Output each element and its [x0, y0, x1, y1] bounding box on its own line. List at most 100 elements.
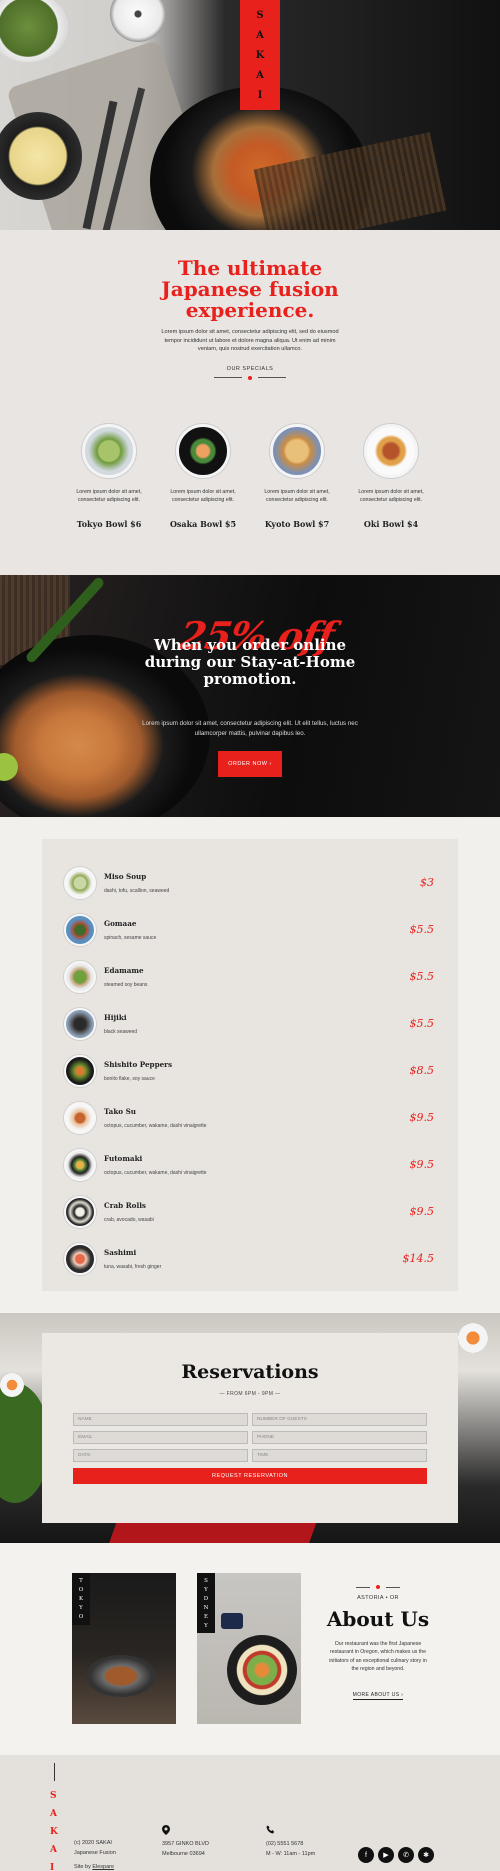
phone-icon — [266, 1825, 275, 1836]
menu-item-price: $8.5 — [409, 1064, 435, 1077]
social-links: f ▶ ✆ ✱ — [358, 1847, 434, 1863]
menu-item-price: $9.5 — [409, 1158, 435, 1171]
menu-item-desc: black seaweed — [104, 1028, 138, 1035]
special-card-tokyo[interactable]: Lorem ipsum dolor sit amet, consectetur … — [69, 423, 149, 529]
menu-item-desc: bonito flake, soy sauce — [104, 1075, 155, 1082]
reservations-heading: Reservations — [181, 1361, 319, 1383]
menu-section: Miso Soup dashi, tofu, scallion, seaweed… — [0, 817, 500, 1313]
logo-letter: K — [50, 1827, 58, 1837]
city-letter: O — [78, 1587, 84, 1593]
city-letter: Y — [204, 1586, 208, 1593]
more-about-us-link[interactable]: MORE ABOUT US › — [352, 1692, 404, 1700]
site-by-link[interactable]: Elespare — [92, 1864, 114, 1870]
menu-item-name: Gomaae — [104, 918, 137, 928]
site-logo[interactable]: S A K A I — [240, 0, 280, 110]
city-letter: Y — [79, 1605, 83, 1611]
promo-section: 25% off When you order online during our… — [0, 575, 500, 817]
menu-item[interactable]: Shishito Peppers bonito flake, soy sauce… — [64, 1047, 436, 1094]
menu-item[interactable]: Sashimi tuna, wasabi, fresh ginger $14.5 — [64, 1235, 436, 1282]
city-letter: S — [204, 1577, 208, 1584]
special-name: Osaka Bowl $5 — [169, 518, 237, 529]
kyoto-bowl-image — [270, 423, 324, 478]
address-line-1: 3957 GINKO BLVD — [162, 1841, 209, 1847]
sushi-image — [458, 1323, 488, 1353]
menu-item[interactable]: Edamame steamed soy beans $5.5 — [64, 953, 436, 1000]
sydney-photo: S Y D N E Y — [197, 1573, 301, 1724]
footer-logo[interactable]: S A K A I — [50, 1791, 58, 1871]
menu-item-price: $9.5 — [409, 1111, 435, 1124]
special-name: Oki Bowl $4 — [363, 518, 419, 529]
yelp-icon[interactable]: ✱ — [418, 1847, 434, 1863]
special-name: Kyoto Bowl $7 — [264, 518, 330, 529]
footer-info: (c) 2020 SAKAI Japanese Fusion Site by E… — [74, 1838, 116, 1871]
menu-item[interactable]: Crab Rolls crab, avocado, wasabi $9.5 — [64, 1188, 436, 1235]
divider-line — [258, 377, 286, 378]
menu-item[interactable]: Tako Su octopus, cucumber, wakame, dashi… — [64, 1094, 436, 1141]
logo-letter: S — [256, 9, 264, 21]
facebook-icon[interactable]: f — [358, 1847, 374, 1863]
sashimi-image — [64, 1242, 96, 1275]
guests-field[interactable] — [252, 1413, 427, 1426]
menu-item-price: $5.5 — [409, 923, 435, 936]
miso-soup-image — [64, 866, 96, 899]
youtube-icon[interactable]: ▶ — [378, 1847, 394, 1863]
city-letter: Y — [204, 1622, 208, 1629]
city-letter: D — [203, 1595, 209, 1602]
special-card-osaka[interactable]: Lorem ipsum dolor sit amet, consectetur … — [163, 423, 243, 529]
time-field[interactable] — [252, 1449, 427, 1462]
menu-item-price: $5.5 — [409, 1017, 435, 1030]
menu-item[interactable]: Futomaki octopus, cucumber, wakame, dash… — [64, 1141, 436, 1188]
reservation-form: Reservations — FROM 6PM - 9PM — REQUEST … — [42, 1333, 458, 1523]
oki-bowl-image — [364, 423, 418, 478]
candle-image — [110, 0, 166, 42]
order-now-button[interactable]: ORDER NOW › — [218, 751, 282, 777]
intro-section: The ultimate Japanese fusion experience.… — [0, 230, 500, 575]
tokyo-photo: T O K Y O — [72, 1573, 176, 1724]
menu-item[interactable]: Hijiki black seaweed $5.5 — [64, 1000, 436, 1047]
email-field[interactable] — [73, 1431, 248, 1444]
menu-item-price: $5.5 — [409, 970, 435, 983]
phone-field[interactable] — [252, 1431, 427, 1444]
logo-letter: S — [50, 1791, 57, 1801]
menu-item-info: Futomaki octopus, cucumber, wakame, dash… — [104, 1154, 410, 1176]
menu-item-desc: crab, avocado, wasabi — [104, 1216, 154, 1223]
menu-item[interactable]: Miso Soup dashi, tofu, scallion, seaweed… — [64, 859, 436, 906]
shishito-peppers-image — [64, 1054, 96, 1087]
logo-letter: I — [257, 89, 263, 101]
special-desc: Lorem ipsum dolor sit amet, consectetur … — [264, 488, 330, 503]
divider-dot — [376, 1585, 380, 1589]
request-reservation-button[interactable]: REQUEST RESERVATION — [73, 1468, 427, 1484]
special-desc: Lorem ipsum dolor sit amet, consectetur … — [170, 488, 236, 503]
menu-item-name: Edamame — [104, 965, 144, 975]
whatsapp-icon[interactable]: ✆ — [398, 1847, 414, 1863]
menu-item-name: Hijiki — [104, 1012, 127, 1022]
reservation-hours: — FROM 6PM - 9PM — — [219, 1391, 281, 1397]
about-section: T O K Y O S Y D N E Y ASTORIA • OR About… — [0, 1543, 500, 1755]
menu-item-info: Tako Su octopus, cucumber, wakame, dashi… — [104, 1107, 410, 1129]
menu-item-desc: tuna, wasabi, fresh ginger — [104, 1263, 162, 1270]
divider-line — [214, 377, 242, 378]
sushi-image — [0, 1373, 24, 1397]
footer-phone: (02) 5551 5678 — [266, 1841, 304, 1847]
city-tag-tokyo: T O K Y O — [72, 1573, 90, 1625]
menu-item[interactable]: Gomaae spinach, sesame sauce $5.5 — [64, 906, 436, 953]
date-field[interactable] — [73, 1449, 248, 1462]
menu-item-desc: steamed soy beans — [104, 981, 148, 988]
promo-text: Lorem ipsum dolor sit amet, consectetur … — [142, 720, 358, 737]
menu-item-info: Sashimi tuna, wasabi, fresh ginger — [104, 1248, 403, 1270]
logo-letter: K — [255, 49, 265, 61]
logo-letter: A — [256, 29, 264, 41]
reservations-section: Reservations — FROM 6PM - 9PM — REQUEST … — [0, 1313, 500, 1543]
menu-item-price: $14.5 — [402, 1252, 435, 1265]
footer: S A K A I (c) 2020 SAKAI Japanese Fusion… — [0, 1755, 500, 1871]
special-name: Tokyo Bowl $6 — [76, 518, 142, 529]
edamame-image — [64, 960, 96, 993]
divider — [60, 375, 440, 380]
special-card-oki[interactable]: Lorem ipsum dolor sit amet, consectetur … — [351, 423, 431, 529]
name-field[interactable] — [73, 1413, 248, 1426]
reservation-fields — [42, 1413, 458, 1462]
city-letter: E — [203, 1613, 208, 1620]
hijiki-image — [64, 1007, 96, 1040]
special-card-kyoto[interactable]: Lorem ipsum dolor sit amet, consectetur … — [257, 423, 337, 529]
specials-label: OUR SPECIALS — [226, 365, 274, 372]
